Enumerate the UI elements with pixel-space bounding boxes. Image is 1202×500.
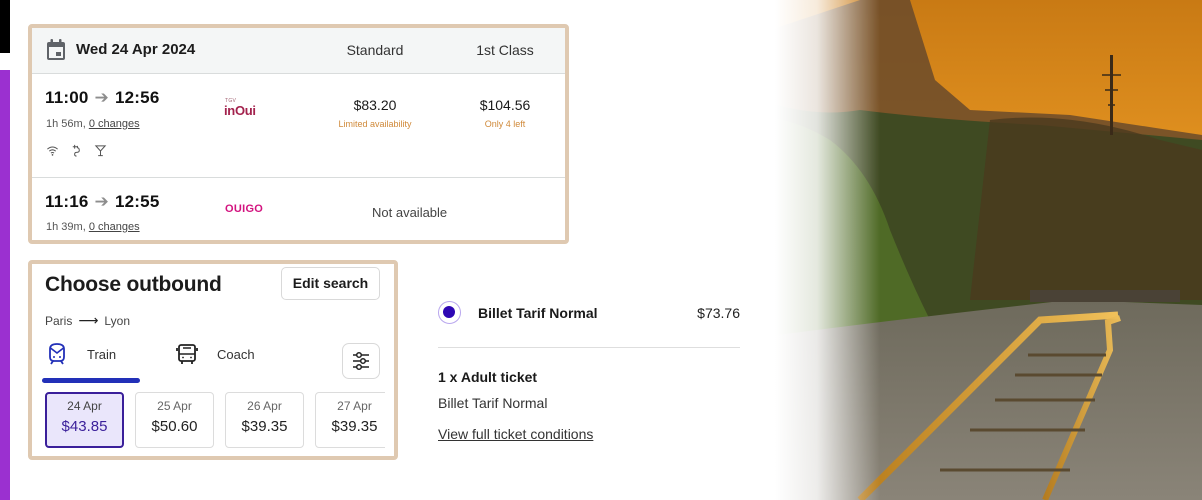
departure-time: 11:00 xyxy=(45,88,89,107)
date-price: $39.35 xyxy=(331,418,378,435)
date-price: $50.60 xyxy=(151,418,198,435)
tab-coach-label: Coach xyxy=(217,346,255,362)
fare-name: Billet Tarif Normal xyxy=(478,305,598,321)
arrival-time: 12:56 xyxy=(115,88,160,107)
filter-button[interactable] xyxy=(342,343,380,379)
power-plug-icon xyxy=(72,144,80,157)
column-header-standard: Standard xyxy=(346,42,404,58)
calendar-icon xyxy=(47,39,65,60)
destination-city: Lyon xyxy=(104,314,130,328)
choose-outbound-card: Choose outbound Edit search Paris ⟶ Lyon T… xyxy=(28,260,398,460)
origin-city: Paris xyxy=(45,314,73,328)
date-option-selected[interactable]: 24 Apr $43.85 xyxy=(45,392,124,448)
fare-subtitle: Billet Tarif Normal xyxy=(438,395,548,411)
passenger-quantity: 1 x Adult ticket xyxy=(438,369,538,385)
date-selector: 24 Apr $43.85 25 Apr $50.60 26 Apr $39.3… xyxy=(45,392,385,450)
operator-logo-inoui: TGV inOui xyxy=(224,98,256,118)
ticket-conditions-link[interactable]: View full ticket conditions xyxy=(438,426,593,442)
train-icon xyxy=(49,343,65,365)
first-class-availability-note: Only 4 left xyxy=(484,119,526,129)
journey-duration: 1h 39m, xyxy=(46,221,86,233)
hero-railway-photo xyxy=(740,0,1202,500)
journey-meta: 1h 56m, 0 changes xyxy=(46,118,140,130)
date-option[interactable]: 26 Apr $39.35 xyxy=(225,392,304,448)
left-edge-accent-bar xyxy=(0,70,10,500)
bus-icon xyxy=(176,344,198,364)
journey-meta: 1h 39m, 0 changes xyxy=(46,221,140,233)
ticket-option-panel: Billet Tarif Normal $73.76 1 x Adult tic… xyxy=(438,298,740,458)
active-tab-indicator xyxy=(42,378,140,383)
departure-time: 11:16 xyxy=(45,192,89,211)
changes-link[interactable]: 0 changes xyxy=(89,221,140,233)
bar-icon xyxy=(94,145,107,157)
tab-train[interactable]: Train xyxy=(45,342,116,366)
hero-fade-overlay xyxy=(740,0,880,500)
left-edge-black-bar xyxy=(0,0,10,53)
date-option[interactable]: 27 Apr $39.35 xyxy=(315,392,385,448)
page-title: Choose outbound xyxy=(45,273,222,296)
edit-search-button[interactable]: Edit search xyxy=(281,267,380,300)
date-label: 25 Apr xyxy=(157,399,192,413)
sliders-icon xyxy=(353,351,369,371)
first-class-price[interactable]: $104.56 xyxy=(450,97,560,113)
availability-status: Not available xyxy=(372,205,448,220)
operator-logo-ouigo: OUIGO xyxy=(225,203,264,215)
tab-coach[interactable]: Coach xyxy=(175,342,255,366)
standard-availability-note: Limited availability xyxy=(338,119,412,129)
timetable-header: Wed 24 Apr 2024 Standard 1st Class xyxy=(32,28,565,74)
arrival-time: 12:55 xyxy=(115,192,160,211)
date-label: 26 Apr xyxy=(247,399,282,413)
date-label: 24 Apr xyxy=(67,399,102,413)
column-header-first-class: 1st Class xyxy=(476,42,534,58)
fare-price: $73.76 xyxy=(697,305,740,321)
date-price: $39.35 xyxy=(241,418,288,435)
fare-radio-selected[interactable] xyxy=(438,301,461,324)
date-price: $43.85 xyxy=(61,418,108,435)
tab-train-label: Train xyxy=(87,346,117,362)
wifi-icon xyxy=(47,146,58,156)
standard-price[interactable]: $83.20 xyxy=(320,97,430,113)
journey-times: 11:16 ➔ 12:55 xyxy=(45,192,159,212)
date-label: 27 Apr xyxy=(337,399,372,413)
timetable-card: Wed 24 Apr 2024 Standard 1st Class 11:00… xyxy=(28,24,569,244)
date-option[interactable]: 25 Apr $50.60 xyxy=(135,392,214,448)
arrow-right-icon: ➔ xyxy=(94,192,109,211)
arrow-right-icon: ➔ xyxy=(94,88,109,107)
route-summary: Paris ⟶ Lyon xyxy=(45,312,130,329)
amenities xyxy=(46,144,107,157)
journey-row[interactable]: 11:16 ➔ 12:55 1h 39m, 0 changes OUIGO Not … xyxy=(32,178,565,244)
travel-date: Wed 24 Apr 2024 xyxy=(76,41,196,58)
journey-row[interactable]: 11:00 ➔ 12:56 1h 56m, 0 changes TGV inOui … xyxy=(32,74,565,178)
journey-times: 11:00 ➔ 12:56 xyxy=(45,88,159,108)
divider xyxy=(438,347,740,348)
journey-duration: 1h 56m, xyxy=(46,118,86,130)
arrow-right-icon: ⟶ xyxy=(78,312,99,328)
changes-link[interactable]: 0 changes xyxy=(89,118,140,130)
